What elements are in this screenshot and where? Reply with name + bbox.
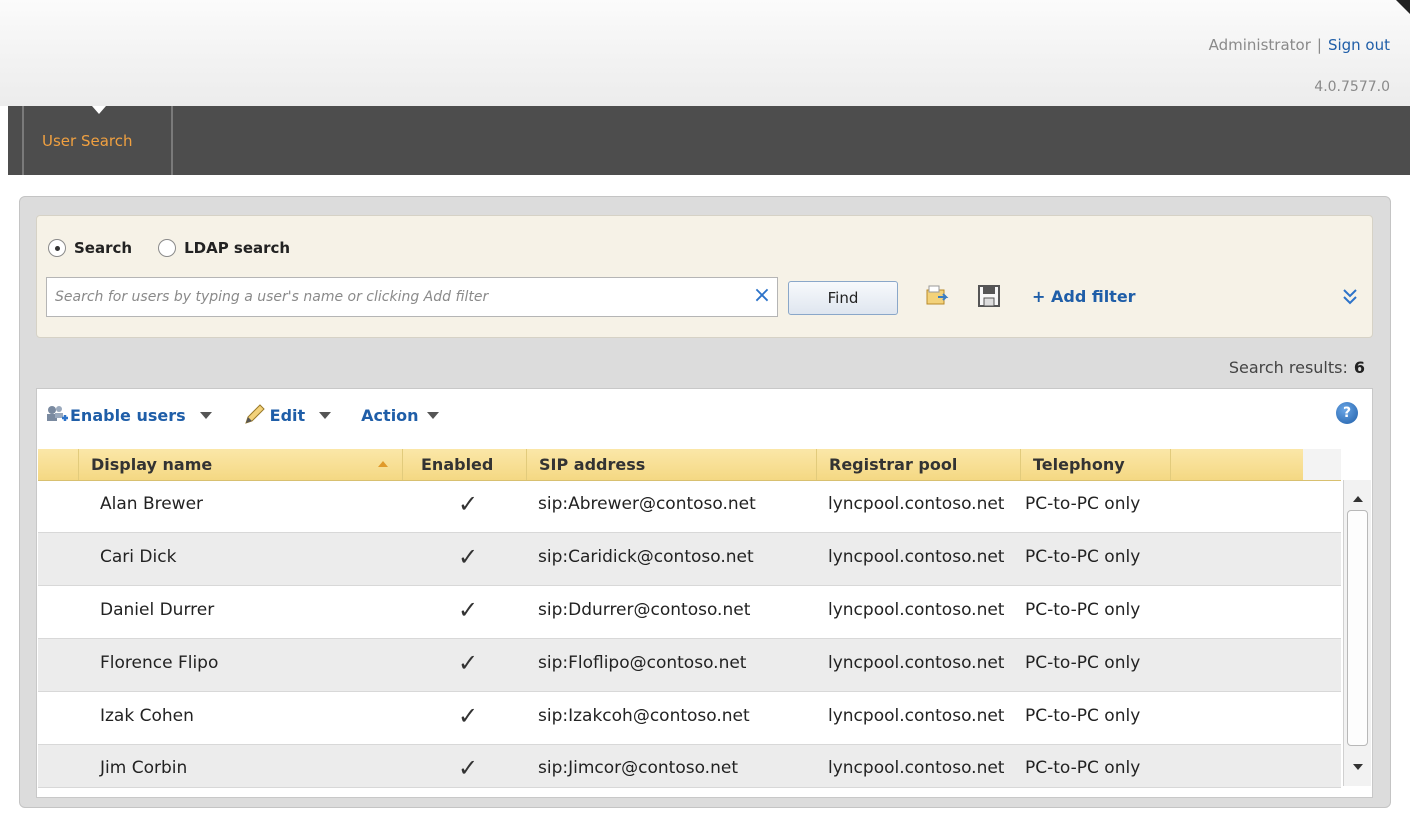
save-query-icon[interactable] xyxy=(976,283,1002,309)
cell-registrar-pool: lyncpool.contoso.net xyxy=(828,653,1005,673)
enabled-check-icon: ✓ xyxy=(458,543,479,571)
column-registrar-pool[interactable]: Registrar pool xyxy=(816,449,1020,480)
cell-sip-address: sip:Floflipo@contoso.net xyxy=(538,653,747,673)
cell-registrar-pool: lyncpool.contoso.net xyxy=(828,494,1005,514)
search-mode-radio[interactable]: Search xyxy=(48,239,132,257)
tab-user-search[interactable]: User Search xyxy=(22,106,173,175)
cell-display-name: Jim Corbin xyxy=(100,758,188,778)
column-label: Registrar pool xyxy=(829,455,958,474)
cell-sip-address: sip:Ddurrer@contoso.net xyxy=(538,600,751,620)
help-icon[interactable]: ? xyxy=(1336,402,1358,424)
column-label: Enabled xyxy=(421,455,494,474)
scroll-up-icon[interactable] xyxy=(1353,496,1363,502)
cell-registrar-pool: lyncpool.contoso.net xyxy=(828,706,1005,726)
results-label: Search results: xyxy=(1228,358,1348,377)
enable-users-icon xyxy=(47,406,68,421)
cell-telephony: PC-to-PC only xyxy=(1025,494,1141,514)
version-label: 4.0.7577.0 xyxy=(1314,79,1390,95)
edit-label: Edit xyxy=(269,405,306,425)
enabled-check-icon: ✓ xyxy=(458,490,479,518)
enabled-check-icon: ✓ xyxy=(458,596,479,624)
ldap-search-label: LDAP search xyxy=(184,239,291,257)
table-row[interactable]: Florence Flipo ✓ sip:Floflipo@contoso.ne… xyxy=(38,639,1341,692)
pencil-icon xyxy=(244,404,265,424)
cell-telephony: PC-to-PC only xyxy=(1025,706,1141,726)
column-display-name[interactable]: Display name xyxy=(78,449,402,480)
open-query-icon[interactable] xyxy=(924,283,950,309)
header-corner xyxy=(1303,449,1341,480)
cell-telephony: PC-to-PC only xyxy=(1025,600,1141,620)
find-button[interactable]: Find xyxy=(788,281,898,315)
search-results-count: Search results: 6 xyxy=(1229,358,1365,377)
cell-sip-address: sip:Jimcor@contoso.net xyxy=(538,758,738,778)
add-filter-link[interactable]: + Add filter xyxy=(1032,287,1136,306)
cell-sip-address: sip:Abrewer@contoso.net xyxy=(538,494,756,514)
table-row[interactable]: Jim Corbin ✓ sip:Jimcor@contoso.net lync… xyxy=(38,745,1341,788)
table-row[interactable]: Daniel Durrer ✓ sip:Ddurrer@contoso.net … xyxy=(38,586,1341,639)
chevron-down-icon xyxy=(199,411,212,419)
column-telephony[interactable]: Telephony xyxy=(1020,449,1170,480)
column-sip-address[interactable]: SIP address xyxy=(526,449,816,480)
grid-header: Display name Enabled SIP address Registr… xyxy=(38,449,1341,481)
active-tab-pointer-icon xyxy=(92,106,106,114)
ldap-search-radio[interactable]: LDAP search xyxy=(158,239,290,257)
cell-registrar-pool: lyncpool.contoso.net xyxy=(828,758,1005,778)
enabled-check-icon: ✓ xyxy=(458,649,479,677)
grid-toolbar: Enable users Edit Action xyxy=(36,395,1373,435)
expand-chevron-icon[interactable] xyxy=(1342,288,1358,306)
column-label: Telephony xyxy=(1033,455,1125,474)
scroll-thumb[interactable] xyxy=(1347,510,1368,746)
cell-telephony: PC-to-PC only xyxy=(1025,758,1141,778)
radio-unchecked-icon xyxy=(158,239,177,257)
user-name: Administrator xyxy=(1208,36,1311,54)
column-enabled[interactable]: Enabled xyxy=(402,449,526,480)
radio-checked-icon xyxy=(48,239,66,257)
cell-display-name: Florence Flipo xyxy=(100,653,219,673)
cell-display-name: Alan Brewer xyxy=(100,494,204,514)
sign-out-link[interactable]: Sign out xyxy=(1328,36,1390,54)
clear-search-icon[interactable]: × xyxy=(750,284,774,308)
cell-sip-address: sip:Izakcoh@contoso.net xyxy=(538,706,750,726)
results-number: 6 xyxy=(1353,358,1365,377)
top-header: Administrator | Sign out 4.0.7577.0 xyxy=(0,0,1410,106)
chevron-down-icon xyxy=(319,411,332,419)
edit-button[interactable]: Edit xyxy=(242,403,332,427)
action-label: Action xyxy=(361,405,419,425)
cell-display-name: Daniel Durrer xyxy=(100,600,215,620)
vertical-scrollbar[interactable] xyxy=(1343,480,1371,786)
cell-sip-address: sip:Caridick@contoso.net xyxy=(538,547,754,567)
tab-label: User Search xyxy=(42,131,133,150)
table-row[interactable]: Cari Dick ✓ sip:Caridick@contoso.net lyn… xyxy=(38,533,1341,586)
enable-users-label: Enable users xyxy=(70,405,186,425)
search-mode-group: Search LDAP search xyxy=(48,236,316,260)
chevron-down-icon xyxy=(426,411,439,419)
enable-users-button[interactable]: Enable users xyxy=(44,403,212,427)
search-mode-label: Search xyxy=(74,239,133,257)
cell-display-name: Cari Dick xyxy=(100,547,177,567)
header-separator: | xyxy=(1316,36,1322,54)
cell-registrar-pool: lyncpool.contoso.net xyxy=(828,600,1005,620)
user-line: Administrator | Sign out xyxy=(1209,36,1390,54)
cell-telephony: PC-to-PC only xyxy=(1025,547,1141,567)
scroll-down-icon[interactable] xyxy=(1353,764,1363,770)
nav-bar: User Search xyxy=(8,106,1410,175)
enabled-check-icon: ✓ xyxy=(458,754,479,782)
enabled-check-icon: ✓ xyxy=(458,702,479,730)
corner-mark xyxy=(1396,0,1410,14)
table-row[interactable]: Izak Cohen ✓ sip:Izakcoh@contoso.net lyn… xyxy=(38,692,1341,745)
cell-telephony: PC-to-PC only xyxy=(1025,653,1141,673)
table-row[interactable]: Alan Brewer ✓ sip:Abrewer@contoso.net ly… xyxy=(38,480,1341,533)
cell-display-name: Izak Cohen xyxy=(100,706,194,726)
cell-registrar-pool: lyncpool.contoso.net xyxy=(828,547,1005,567)
column-label: SIP address xyxy=(539,455,646,474)
sort-ascending-icon xyxy=(378,461,388,467)
search-input[interactable] xyxy=(46,277,778,317)
column-label: Display name xyxy=(91,455,213,474)
action-button[interactable]: Action xyxy=(361,405,439,425)
